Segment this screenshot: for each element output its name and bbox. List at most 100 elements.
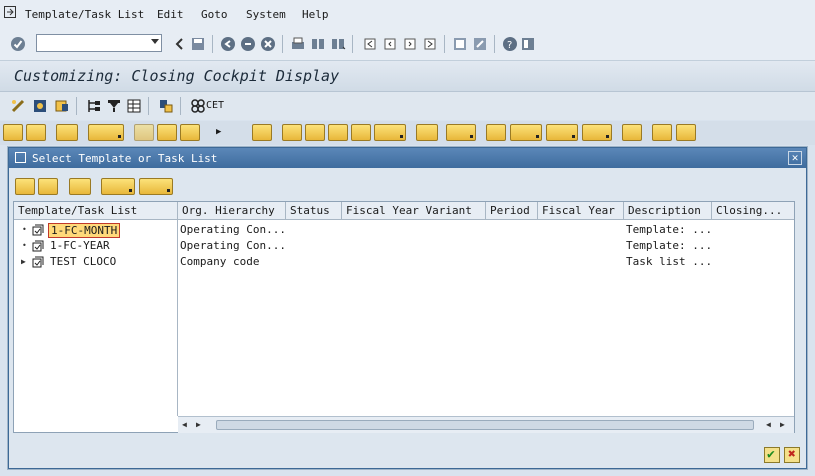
cancel-icon[interactable] — [260, 36, 276, 52]
menu-system[interactable]: System — [246, 8, 286, 21]
chevron-down-icon[interactable] — [151, 39, 159, 44]
information-button[interactable] — [622, 124, 642, 141]
column-header-fiscal-year-variant[interactable]: Fiscal Year Variant — [342, 202, 486, 219]
layout-button[interactable] — [582, 124, 612, 141]
menu-template-task-list[interactable]: Template/Task List — [25, 8, 144, 21]
column-header-period[interactable]: Period — [486, 202, 538, 219]
column-header-closing[interactable]: Closing... — [712, 202, 794, 219]
table-row[interactable]: • 1-FC-MONTH Operating Con... Template: … — [14, 222, 794, 238]
collapse-all-button[interactable] — [38, 178, 58, 195]
template-node-icon — [32, 224, 44, 236]
window-menu-icon[interactable] — [4, 6, 16, 18]
first-page-icon[interactable] — [362, 36, 378, 52]
print-preview-button[interactable] — [486, 124, 506, 141]
find-button-2[interactable] — [328, 124, 348, 141]
task-list-name[interactable]: 1-FC-MONTH — [48, 223, 121, 238]
scroll-right-icon[interactable]: ▶ — [196, 420, 201, 429]
find-next-icon[interactable] — [330, 36, 346, 52]
back-arrow-icon[interactable] — [172, 36, 188, 52]
filter-button[interactable] — [305, 124, 325, 141]
find-button[interactable] — [56, 124, 78, 141]
enter-check-icon[interactable] — [10, 36, 26, 52]
find-next-button[interactable] — [351, 124, 371, 141]
previous-page-icon[interactable] — [382, 36, 398, 52]
shortcut-icon[interactable] — [472, 36, 488, 52]
find-button[interactable] — [69, 178, 91, 195]
details-button[interactable] — [252, 124, 272, 141]
template-icon[interactable] — [54, 98, 70, 114]
table-row[interactable]: ▶ TEST CLOCO Company code Task list ... — [14, 254, 794, 270]
print-button[interactable] — [282, 124, 302, 141]
toolbar-separator — [282, 35, 283, 53]
last-page-icon[interactable] — [422, 36, 438, 52]
print-menu-button[interactable] — [88, 124, 124, 141]
move-up-button[interactable] — [157, 124, 177, 141]
column-header-fiscal-year[interactable]: Fiscal Year — [538, 202, 624, 219]
move-down-button[interactable] — [180, 124, 200, 141]
hierarchy-button[interactable] — [676, 124, 696, 141]
refresh-button[interactable] — [652, 124, 672, 141]
layout-icon[interactable] — [126, 98, 142, 114]
task-list-tree-grid: Template/Task List Org. Hierarchy Status… — [13, 201, 795, 433]
scrollbar-thumb[interactable] — [216, 420, 754, 430]
customize-layout-icon[interactable] — [520, 36, 536, 52]
display-change-icon[interactable] — [10, 98, 26, 114]
task-list-node-icon — [32, 256, 44, 268]
sum-button[interactable] — [416, 124, 438, 141]
collapse-all-button[interactable] — [26, 124, 46, 141]
menu-goto[interactable]: Goto — [201, 8, 228, 21]
select-template-dialog: Select Template or Task List ✕ Template/… — [8, 147, 807, 469]
node-bullet-icon: • — [22, 225, 27, 234]
export-button[interactable] — [546, 124, 578, 141]
dialog-title-bar[interactable]: Select Template or Task List ✕ — [9, 148, 806, 168]
print-menu-button[interactable] — [101, 178, 135, 195]
expand-arrow-icon[interactable]: ▶ — [21, 254, 27, 270]
application-toolbar: CET — [0, 92, 815, 120]
print-icon[interactable] — [290, 36, 306, 52]
column-header-status[interactable]: Status — [286, 202, 342, 219]
continue-button[interactable]: ✔ — [764, 447, 780, 463]
column-header-template-task-list[interactable]: Template/Task List — [14, 202, 178, 219]
menu-edit[interactable]: Edit — [157, 8, 184, 21]
back-icon[interactable] — [220, 36, 236, 52]
help-icon[interactable]: ? — [502, 36, 518, 52]
disabled-button[interactable] — [134, 124, 154, 141]
exit-icon[interactable] — [240, 36, 256, 52]
find-icon[interactable] — [310, 36, 326, 52]
save-icon[interactable] — [190, 36, 206, 52]
layout-menu-button[interactable] — [139, 178, 173, 195]
table-row[interactable]: • 1-FC-YEAR Operating Con... Template: .… — [14, 238, 794, 254]
subtotal-button[interactable] — [446, 124, 476, 141]
toolbar-separator — [148, 97, 149, 115]
scroll-left-icon[interactable]: ◀ — [766, 420, 771, 429]
column-header-org-hierarchy[interactable]: Org. Hierarchy — [178, 202, 286, 219]
refresh-icon[interactable] — [32, 98, 48, 114]
new-session-icon[interactable] — [452, 36, 468, 52]
description-cell: Template: ... — [626, 223, 713, 236]
more-arrow-icon[interactable]: ▶ — [216, 127, 221, 137]
filter-icon[interactable] — [106, 98, 122, 114]
cancel-button[interactable]: ✖ — [784, 447, 800, 463]
menu-help[interactable]: Help — [302, 8, 329, 21]
task-list-name[interactable]: 1-FC-YEAR — [48, 238, 112, 254]
expand-all-button[interactable] — [3, 124, 23, 141]
hierarchy-icon[interactable] — [86, 98, 102, 114]
cet-icon[interactable] — [190, 98, 206, 114]
next-page-icon[interactable] — [402, 36, 418, 52]
grid-header: Template/Task List Org. Hierarchy Status… — [14, 202, 794, 220]
node-bullet-icon: • — [22, 241, 27, 250]
cet-button-label[interactable]: CET — [206, 100, 224, 111]
expand-all-button[interactable] — [15, 178, 35, 195]
column-header-description[interactable]: Description — [624, 202, 712, 219]
task-list-name[interactable]: TEST CLOCO — [48, 254, 118, 270]
scroll-left-icon[interactable]: ◀ — [182, 420, 187, 429]
scroll-right-icon[interactable]: ▶ — [780, 420, 785, 429]
close-icon[interactable]: ✕ — [788, 151, 802, 165]
transport-icon[interactable] — [158, 98, 174, 114]
description-cell: Template: ... — [626, 239, 713, 252]
command-field[interactable] — [36, 34, 162, 52]
filter-menu-button[interactable] — [374, 124, 406, 141]
template-node-icon — [32, 240, 44, 252]
views-button[interactable] — [510, 124, 542, 141]
horizontal-scrollbar[interactable]: ◀ ▶ ◀ ▶ — [178, 416, 794, 433]
